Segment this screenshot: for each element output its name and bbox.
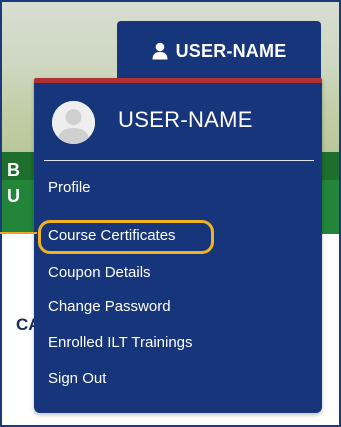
menu-item-change-password[interactable]: Change Password (48, 298, 171, 315)
menu-item-enrolled-ilt-trainings[interactable]: Enrolled ILT Trainings (48, 334, 193, 351)
banner-text-fragment: B (7, 160, 20, 180)
menu-item-coupon-details[interactable]: Coupon Details (48, 264, 151, 281)
menu-item-sign-out[interactable]: Sign Out (48, 370, 106, 387)
menu-item-course-certificates[interactable]: Course Certificates (48, 227, 176, 244)
banner-text-fragment: U (7, 186, 20, 206)
callout-line (0, 232, 37, 234)
default-avatar-icon (52, 101, 95, 144)
menu-divider (44, 160, 314, 161)
user-menu-button-label: USER-NAME (175, 40, 287, 61)
user-icon (152, 42, 168, 60)
user-dropdown-menu: USER-NAME Profile Course Certificates Co… (34, 78, 322, 413)
menu-item-profile[interactable]: Profile (48, 179, 91, 196)
menu-username: USER-NAME (118, 107, 253, 132)
menu-header: USER-NAME (34, 83, 322, 158)
avatar (52, 101, 95, 144)
user-menu-button[interactable]: USER-NAME (117, 21, 321, 81)
